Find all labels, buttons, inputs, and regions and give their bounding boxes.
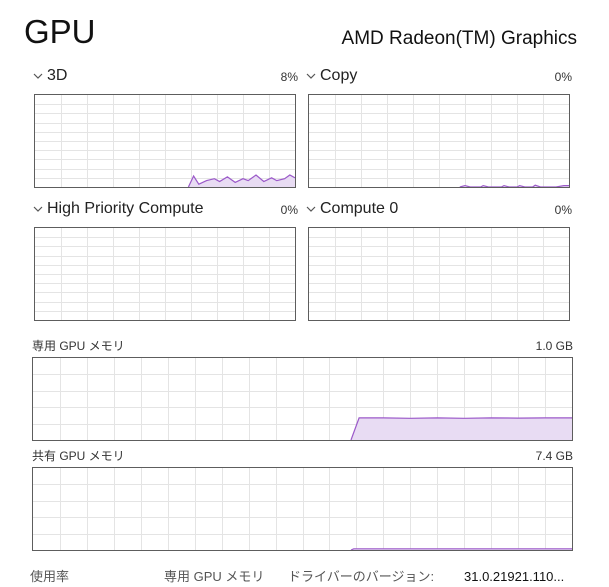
engine-graph-copy xyxy=(308,94,570,188)
engine-percent: 0% xyxy=(280,203,298,217)
dedicated-memory-graph xyxy=(32,357,573,441)
engine-label: Compute 0 xyxy=(320,200,399,217)
engine-graph-c0-svg xyxy=(309,228,569,320)
shared-memory-graph xyxy=(32,467,573,551)
engine-label: 3D xyxy=(47,67,68,84)
chevron-down-icon[interactable] xyxy=(306,205,316,213)
engine-selector-high-priority-compute[interactable]: High Priority Compute xyxy=(33,199,204,219)
engine-copy-line xyxy=(459,184,569,187)
dedicated-memory-graph-svg xyxy=(33,358,572,440)
engine-graph-compute-0 xyxy=(308,227,570,321)
chevron-down-icon[interactable] xyxy=(306,72,316,80)
engine-selector-3d[interactable]: 3D xyxy=(33,66,67,86)
shared-memory-max: 7.4 GB xyxy=(535,449,573,463)
engine-label: High Priority Compute xyxy=(47,200,204,217)
engine-percent: 0% xyxy=(554,70,572,84)
dedicated-memory-max: 1.0 GB xyxy=(535,339,573,353)
dedicated-stat-label: 専用 GPU メモリ xyxy=(164,569,265,584)
engine-graph-3d xyxy=(34,94,296,188)
page-title: GPU xyxy=(24,13,96,50)
engine-selector-compute-0[interactable]: Compute 0 xyxy=(306,199,398,219)
chevron-down-icon[interactable] xyxy=(33,205,43,213)
engine-graph-hpc-svg xyxy=(35,228,295,320)
chevron-down-icon[interactable] xyxy=(33,72,43,80)
gpu-name: AMD Radeon(TM) Graphics xyxy=(341,28,577,49)
engine-graph-high-priority-compute xyxy=(34,227,296,321)
engine-selector-copy[interactable]: Copy xyxy=(306,66,357,86)
engine-label: Copy xyxy=(320,67,358,84)
utilization-label: 使用率 xyxy=(30,569,70,584)
driver-version-value: 31.0.21921.110... xyxy=(464,569,565,584)
driver-version-label: ドライバーのバージョン: xyxy=(288,569,435,584)
engine-graph-3d-svg xyxy=(35,95,295,187)
engine-graph-copy-svg xyxy=(309,95,569,187)
dedicated-memory-label: 専用 GPU メモリ xyxy=(32,339,125,353)
shared-memory-graph-svg xyxy=(33,468,572,550)
shared-memory-label: 共有 GPU メモリ xyxy=(32,449,125,463)
engine-percent: 8% xyxy=(280,70,298,84)
engine-percent: 0% xyxy=(554,203,572,217)
dedicated-memory-area xyxy=(351,417,572,440)
